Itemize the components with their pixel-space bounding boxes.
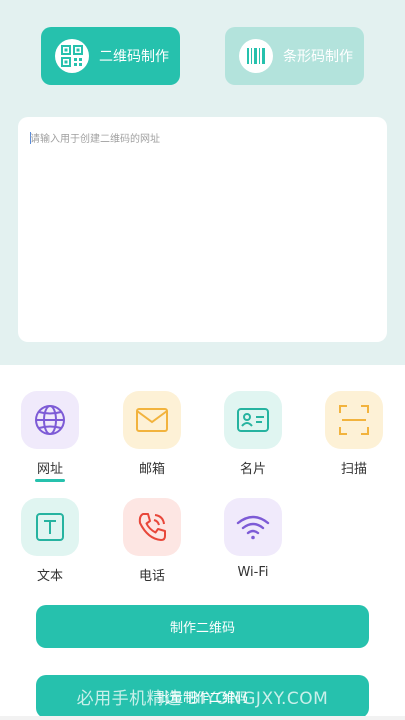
content-type-panel: 网址 邮箱 名片 扫描 文本 电话 Wi-Fi 制作二维码 批量制作二维码	[0, 365, 405, 720]
type-business-card-label: 名片	[239, 462, 266, 477]
make-qr-button[interactable]: 制作二维码	[36, 605, 369, 648]
type-wifi[interactable]: Wi-Fi	[213, 498, 293, 580]
bottom-bar	[0, 716, 405, 720]
barcode-tab-label: 条形码制作	[283, 49, 353, 65]
type-business-card[interactable]: 名片	[213, 391, 293, 477]
contact-card-icon	[224, 391, 282, 449]
barcode-icon	[239, 39, 273, 73]
type-wifi-label: Wi-Fi	[237, 565, 269, 580]
batch-make-qr-button[interactable]: 批量制作二维码	[36, 675, 369, 718]
type-phone[interactable]: 电话	[112, 498, 192, 584]
type-url[interactable]: 网址	[10, 391, 90, 482]
text-icon	[21, 498, 79, 556]
type-scan-label: 扫描	[340, 462, 367, 477]
phone-icon	[123, 498, 181, 556]
input-area: 二维码制作 条形码制作	[0, 0, 405, 365]
selected-indicator	[34, 479, 65, 482]
wifi-icon	[224, 498, 282, 556]
type-email[interactable]: 邮箱	[112, 391, 192, 477]
barcode-tab[interactable]: 条形码制作	[225, 27, 364, 85]
type-scan[interactable]: 扫描	[314, 391, 394, 477]
scan-icon	[325, 391, 383, 449]
mail-icon	[123, 391, 181, 449]
type-email-label: 邮箱	[138, 462, 165, 477]
type-text-label: 文本	[36, 569, 63, 584]
qr-code-icon	[55, 39, 89, 73]
type-text[interactable]: 文本	[10, 498, 90, 584]
type-url-label: 网址	[34, 458, 65, 482]
type-phone-label: 电话	[138, 569, 165, 584]
url-input[interactable]	[30, 131, 370, 147]
qr-code-tab-label: 二维码制作	[99, 49, 169, 65]
qr-code-tab[interactable]: 二维码制作	[41, 27, 180, 85]
globe-icon	[21, 391, 79, 449]
url-input-box[interactable]	[18, 117, 387, 342]
